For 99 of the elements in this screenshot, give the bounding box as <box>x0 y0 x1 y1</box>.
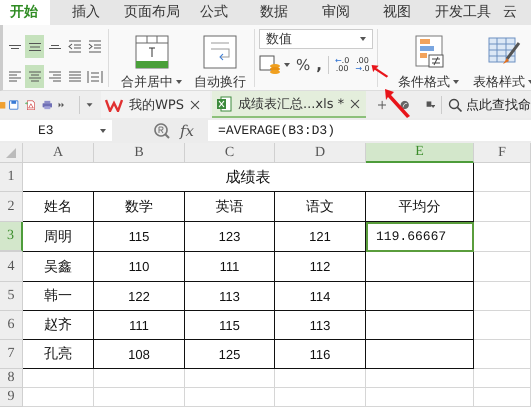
grid-cell <box>474 369 531 388</box>
comma-button[interactable]: , <box>316 56 322 74</box>
grid-cell <box>474 252 531 282</box>
row-header[interactable]: 5 <box>0 282 23 311</box>
grid-cell <box>23 369 94 388</box>
row-header[interactable]: 9 <box>0 388 23 407</box>
row-header[interactable]: 6 <box>0 311 23 340</box>
ribbon-tab[interactable]: 云 <box>503 0 517 25</box>
table-cell: 121 <box>275 222 366 252</box>
wrap-text-icon <box>203 35 237 69</box>
annotation-arrow-icon <box>383 87 411 119</box>
table-cell: 赵齐 <box>23 311 94 340</box>
ribbon-tab[interactable]: 数据 <box>260 0 288 25</box>
column-header[interactable]: B <box>94 143 185 163</box>
grid-cell <box>474 340 531 369</box>
caret-icon <box>360 37 366 41</box>
search-icon <box>448 98 462 112</box>
row-header[interactable]: 7 <box>0 340 23 369</box>
spreadsheet-icon <box>216 96 232 112</box>
row-header[interactable]: 1 <box>0 163 23 192</box>
table-cell: 韩一 <box>23 282 94 311</box>
coins-icon <box>259 55 281 75</box>
table-cell: 姓名 <box>23 192 94 222</box>
align-button[interactable] <box>25 65 44 88</box>
grid-cell <box>474 311 531 340</box>
grid-cell <box>474 222 531 252</box>
ribbon-tab[interactable]: 插入 <box>72 0 100 25</box>
decimal-button[interactable]: .00 →.0 <box>355 57 370 73</box>
align-icon <box>8 44 22 50</box>
title-cell: 成绩表 <box>23 163 474 192</box>
merge-cells-icon <box>134 35 168 69</box>
table-cell: 语文 <box>275 192 366 222</box>
column-header[interactable]: F <box>474 143 531 163</box>
table-cell: 119.66667 <box>366 222 474 252</box>
caret-icon <box>453 80 459 84</box>
close-icon <box>350 98 360 108</box>
table-cell: 数学 <box>94 192 185 222</box>
table-cell: 111 <box>185 252 275 282</box>
annotation-arrow-icon <box>370 63 389 78</box>
wps-logo-icon <box>105 98 124 112</box>
document-tab[interactable]: 我的WPS <box>101 91 210 118</box>
ribbon-tab[interactable]: 视图 <box>383 0 411 25</box>
number-format-dropdown[interactable]: 数值 <box>259 29 373 49</box>
currency-button[interactable] <box>259 55 290 75</box>
table-cell: 125 <box>185 340 275 369</box>
table-cell: 112 <box>275 252 366 282</box>
align-icon <box>48 44 62 50</box>
grid-cell <box>474 388 531 407</box>
row-header[interactable]: 4 <box>0 252 23 282</box>
table-cell: 吴鑫 <box>23 252 94 282</box>
table-cell: 孔亮 <box>23 340 94 369</box>
align-icon <box>28 42 42 52</box>
wrap-text-button[interactable]: 自动换行 <box>188 35 252 90</box>
table-cell: 114 <box>275 282 366 311</box>
grid-cell <box>474 192 531 222</box>
ribbon-tab[interactable]: 开发工具 <box>435 0 491 25</box>
align-button[interactable] <box>25 35 44 58</box>
grid-cell <box>474 163 531 192</box>
ribbon-tab[interactable]: 开始 <box>0 0 50 25</box>
decimal-button[interactable]: ←.0 .00 <box>334 57 350 73</box>
grid-cell <box>474 282 531 311</box>
column-header[interactable]: C <box>185 143 275 163</box>
merge-center-button[interactable]: 合并居中 <box>115 35 188 90</box>
function-button[interactable]: fx <box>180 122 194 140</box>
document-tab[interactable]: 成绩表汇总...xls * <box>212 91 366 118</box>
table-cell: 110 <box>94 252 185 282</box>
ribbon-tab[interactable]: 审阅 <box>322 0 350 25</box>
column-header[interactable]: D <box>275 143 366 163</box>
zoom-icon[interactable] <box>154 122 170 138</box>
close-icon <box>190 100 200 110</box>
row-header[interactable]: 2 <box>0 192 23 222</box>
table-style-button[interactable]: 表格样式 <box>467 35 531 90</box>
table-cell: 周明 <box>23 222 94 252</box>
caret-icon <box>100 128 106 132</box>
table-cell: 115 <box>94 222 185 252</box>
table-cell: 108 <box>94 340 185 369</box>
column-header[interactable]: A <box>23 143 94 163</box>
conditional-format-button[interactable]: 条件格式 <box>392 35 465 90</box>
table-cell: 113 <box>275 311 366 340</box>
caret-icon <box>284 63 290 67</box>
table-cell: 122 <box>94 282 185 311</box>
grid-cell <box>23 388 94 407</box>
table-cell: 123 <box>185 222 275 252</box>
table-cell: 113 <box>185 282 275 311</box>
table-cell: 英语 <box>185 192 275 222</box>
ribbon-tab[interactable]: 页面布局 <box>124 0 180 25</box>
table-cell: 116 <box>275 340 366 369</box>
row-header[interactable]: 8 <box>0 369 23 388</box>
table-cell: 111 <box>94 311 185 340</box>
dropdown-icon[interactable] <box>86 100 94 108</box>
percent-button[interactable]: % <box>296 56 310 74</box>
table-cell: 平均分 <box>366 192 474 222</box>
search-field[interactable]: 点此查找命 <box>448 96 531 114</box>
formula-field[interactable]: =AVERAGE(B3:D3) <box>208 120 531 141</box>
caret-icon <box>176 80 182 84</box>
align-icon <box>66 38 84 56</box>
name-box[interactable]: E3 <box>0 120 112 141</box>
ribbon-tab[interactable]: 公式 <box>200 0 228 25</box>
table-cell: 115 <box>185 311 275 340</box>
